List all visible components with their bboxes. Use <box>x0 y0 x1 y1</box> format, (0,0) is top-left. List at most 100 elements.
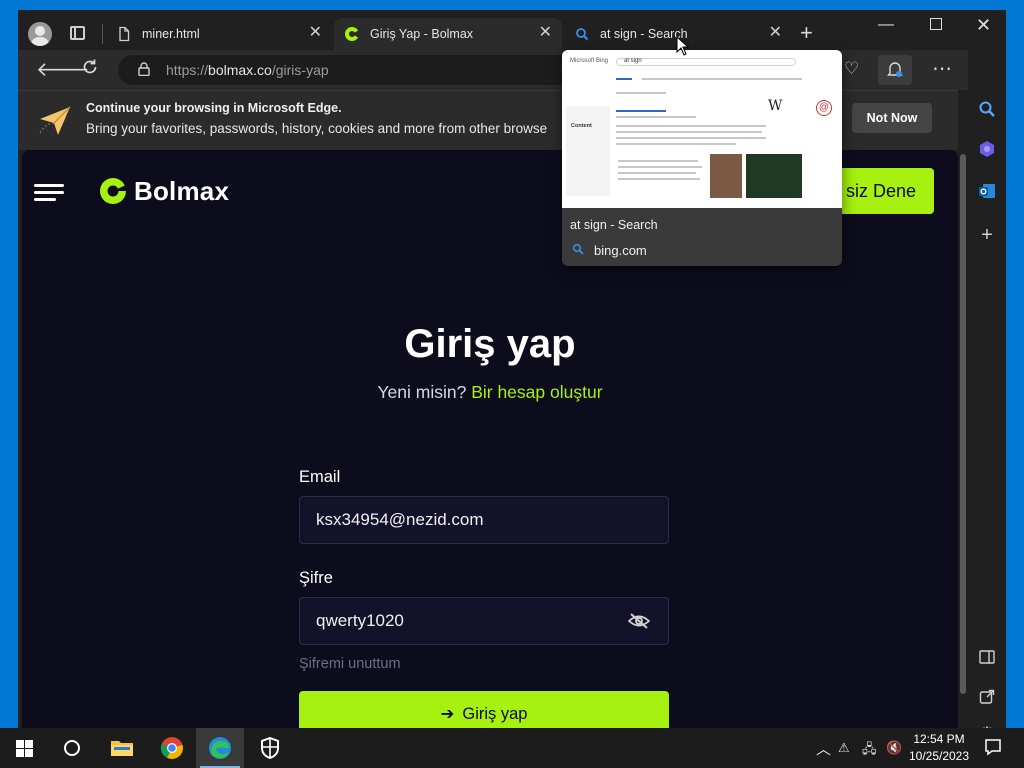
preview-title: at sign - Search <box>570 218 658 232</box>
preview-result-url <box>616 116 696 118</box>
tab-actions-icon[interactable] <box>70 26 85 40</box>
search-icon[interactable] <box>976 98 998 120</box>
scrollbar-thumb[interactable] <box>960 154 966 694</box>
bolmax-logo-icon[interactable] <box>98 176 128 206</box>
refresh-icon[interactable] <box>80 57 100 77</box>
chevron-up-icon[interactable]: ︿ <box>816 738 831 759</box>
cortana-circle-icon <box>64 740 80 756</box>
preview-history-text <box>618 160 698 162</box>
preview-sidebar <box>566 106 610 196</box>
preview-bing-logo: Microsoft Bing <box>570 58 609 64</box>
security-button[interactable] <box>246 728 294 768</box>
password-field[interactable]: qwerty1020 <box>299 597 669 645</box>
preview-result-text <box>616 137 766 139</box>
new-tab-icon[interactable]: + <box>800 22 813 44</box>
preview-image-2 <box>746 154 802 198</box>
chrome-button[interactable] <box>148 728 196 768</box>
preview-result-text <box>616 143 736 145</box>
maximize-icon[interactable] <box>930 18 942 30</box>
url-prefix: https:// <box>166 62 209 78</box>
navigation-toolbar: 🡐 https://bolmax.co/giris-yap ⚿ ♡ ⋯ <box>18 50 1006 90</box>
tab-bar: miner.html ✕ Giriş Yap - Bolmax ✕ at sig… <box>18 10 1006 50</box>
games-icon[interactable] <box>976 138 998 160</box>
preview-wikipedia-icon: W <box>768 98 783 114</box>
mouse-cursor-icon <box>676 36 690 56</box>
browser-window: miner.html ✕ Giriş Yap - Bolmax ✕ at sig… <box>18 10 1006 728</box>
minimize-icon[interactable]: — <box>878 16 894 34</box>
notification-center-icon[interactable] <box>984 738 1002 759</box>
login-submit-button[interactable]: ➔ Giriş yap <box>299 691 669 728</box>
profile-avatar-icon[interactable] <box>28 22 52 46</box>
preview-content-label: Content <box>571 123 592 129</box>
add-sidebar-app-icon[interactable]: + <box>976 224 998 246</box>
infobar-text: Bring your favorites, passwords, history… <box>86 121 548 136</box>
lock-icon[interactable] <box>138 62 150 76</box>
preview-site: bing.com <box>594 243 647 258</box>
volume-muted-icon[interactable]: 🔇 <box>886 740 902 756</box>
page-title: Giriş yap <box>404 322 576 366</box>
file-icon <box>119 26 130 42</box>
windows-logo-icon <box>15 739 33 757</box>
forgot-password-link[interactable]: Şifremi unuttum <box>299 656 401 672</box>
tab-giris-yap[interactable]: Giriş Yap - Bolmax ✕ <box>334 18 562 50</box>
preview-thumbnail: Microsoft Bing at sign Content W @ <box>562 50 842 208</box>
tab-miner[interactable]: miner.html ✕ <box>106 18 332 50</box>
tab-close-icon[interactable]: ✕ <box>769 24 782 42</box>
file-explorer-button[interactable] <box>98 728 146 768</box>
open-external-icon[interactable] <box>976 686 998 708</box>
preview-tabs <box>642 78 802 80</box>
network-icon[interactable]: 🖧 <box>862 740 877 762</box>
tab-close-icon[interactable]: ✕ <box>309 24 322 42</box>
brand-name[interactable]: Bolmax <box>134 176 229 207</box>
preview-history-text <box>618 178 700 180</box>
edge-icon <box>209 737 231 759</box>
password-label: Şifre <box>299 569 333 587</box>
close-window-icon[interactable]: ✕ <box>976 15 991 36</box>
preview-history-text <box>618 172 696 174</box>
eye-off-icon[interactable] <box>628 612 650 630</box>
page-scrollbar[interactable] <box>958 150 968 728</box>
preview-result-text <box>616 131 762 133</box>
health-heartbeat-icon[interactable]: ♡ <box>844 59 859 79</box>
bolmax-favicon-icon <box>345 27 359 41</box>
tab-label: at sign - Search <box>600 27 688 41</box>
more-options-icon[interactable]: ⋯ <box>932 56 952 81</box>
signup-prompt: Yeni misin? Bir hesap oluştur <box>22 382 958 403</box>
sidebar-toggle-icon[interactable] <box>976 646 998 668</box>
email-field[interactable]: ksx34954@nezid.com <box>299 496 669 544</box>
tab-close-icon[interactable]: ✕ <box>539 24 552 42</box>
preview-image-1 <box>710 154 742 198</box>
tab-label: Giriş Yap - Bolmax <box>370 27 474 41</box>
url-path: /giris-yap <box>271 62 329 78</box>
tab-hover-preview[interactable]: Microsoft Bing at sign Content W @ at si… <box>562 50 842 266</box>
network-warning-icon[interactable]: ⚠ <box>838 740 850 756</box>
start-button[interactable] <box>0 728 48 768</box>
edge-sidebar: + ⚙ <box>968 50 1006 728</box>
bell-icon <box>887 62 903 77</box>
preview-query: at sign <box>624 58 642 64</box>
preview-at-sign-icon: @ <box>816 100 832 116</box>
notifications-button[interactable] <box>878 55 912 85</box>
password-value: qwerty1020 <box>316 611 404 630</box>
clock[interactable]: 12:54 PM 10/25/2023 <box>904 731 974 765</box>
preview-results-count <box>616 92 666 94</box>
search-cortana-button[interactable] <box>48 728 96 768</box>
email-value: ksx34954@nezid.com <box>316 510 484 529</box>
hamburger-menu-icon[interactable] <box>34 184 64 202</box>
preview-tab-line <box>616 78 632 80</box>
preview-result-text <box>616 125 766 127</box>
clock-time: 12:54 PM <box>913 732 965 746</box>
tab-separator <box>102 24 103 44</box>
preview-search-box <box>616 58 796 66</box>
chrome-icon <box>160 737 183 759</box>
create-account-link[interactable]: Bir hesap oluştur <box>471 382 602 402</box>
clock-date: 10/25/2023 <box>908 749 970 763</box>
not-now-button[interactable]: Not Now <box>852 103 932 133</box>
preview-history-text <box>618 166 702 168</box>
signup-prompt-text: Yeni misin? <box>377 382 467 402</box>
edge-button[interactable] <box>196 728 244 768</box>
paper-plane-icon <box>39 106 71 135</box>
outlook-icon[interactable] <box>976 180 998 202</box>
folder-icon <box>111 741 133 756</box>
address-bar[interactable]: https://bolmax.co/giris-yap ⚿ <box>118 55 578 85</box>
